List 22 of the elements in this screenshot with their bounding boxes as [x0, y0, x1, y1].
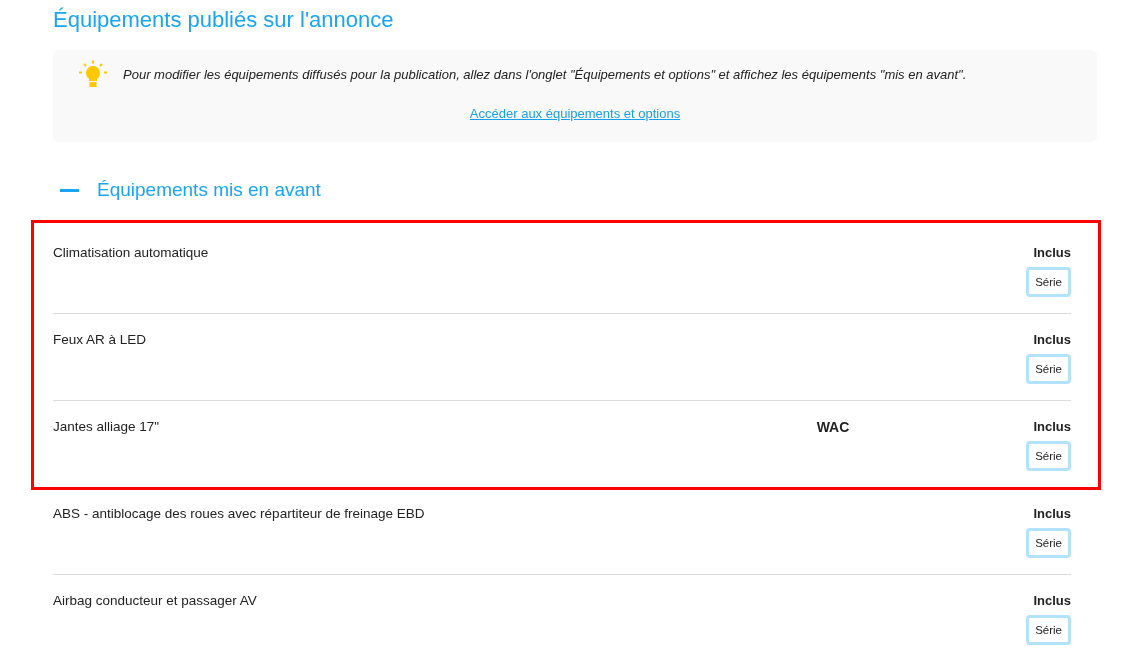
equipment-name: Feux AR à LED — [53, 331, 147, 349]
equipment-name: ABS - antiblocage des roues avec répartiteur de freinage EBD — [53, 505, 425, 523]
collapse-toggle-icon[interactable] — [60, 188, 79, 192]
page-title: Équipements publiés sur l'annonce — [53, 6, 394, 34]
series-badge: Série — [1026, 528, 1071, 558]
series-badge: Série — [1026, 267, 1071, 297]
series-badge: Série — [1026, 615, 1071, 645]
section-title: Équipements mis en avant — [97, 178, 321, 202]
equipment-options-link[interactable]: Accéder aux équipements et options — [469, 105, 681, 123]
info-message: Pour modifier les équipements diffusés pour la publication, allez dans l'onglet "Équipements et options" et affichez les équipements "mis en avant". — [123, 66, 967, 84]
equipment-name: Climatisation automatique — [53, 244, 209, 262]
series-badge: Série — [1026, 441, 1071, 471]
equipment-name: Airbag conducteur et passager AV — [53, 592, 257, 610]
lightbulb-icon — [78, 60, 108, 88]
status-label: Inclus — [1033, 592, 1071, 610]
status-label: Inclus — [1033, 418, 1071, 436]
status-label: Inclus — [1033, 244, 1071, 262]
series-badge: Série — [1026, 354, 1071, 384]
equipment-name: Jantes alliage 17" — [53, 418, 160, 436]
status-label: Inclus — [1033, 331, 1071, 349]
status-label: Inclus — [1033, 505, 1071, 523]
code-label: WAC — [816, 418, 850, 436]
